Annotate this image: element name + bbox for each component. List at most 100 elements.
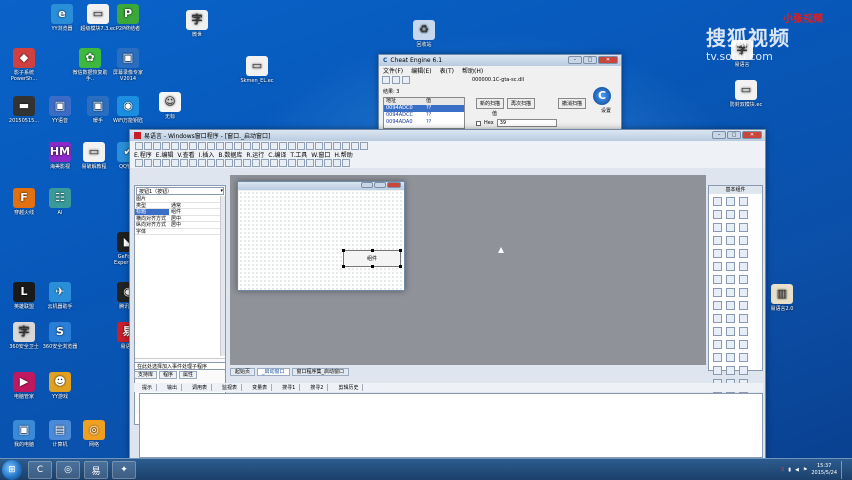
toolbar-button-icon[interactable]	[216, 142, 224, 150]
desktop-icon[interactable]: e YY浏览器	[42, 4, 82, 32]
component-tool-icon[interactable]	[739, 249, 748, 258]
selection-handle[interactable]	[371, 249, 374, 252]
toolbar-button-icon[interactable]	[216, 159, 224, 167]
taskbar-ide-icon[interactable]: 易	[84, 461, 108, 479]
desktop-icon[interactable]: ▣ 屏幕录像专家V2014	[108, 48, 148, 82]
toolbar-button-icon[interactable]	[189, 159, 197, 167]
document-tab[interactable]: 窗口程序集_启动窗口	[291, 368, 350, 376]
toolbar-button-icon[interactable]	[297, 142, 305, 150]
component-tool-icon[interactable]	[739, 353, 748, 362]
left-panel-tab[interactable]: 支持库	[134, 371, 158, 379]
taskbar-cheat-engine-icon[interactable]: C	[28, 461, 52, 479]
desktop-icon[interactable]: ▭ 防封双模块.ec	[726, 80, 766, 108]
output-tab[interactable]: 提示	[138, 384, 158, 391]
table-row[interactable]: 0094ADCC??	[384, 112, 464, 119]
output-tab[interactable]: 搜寻2	[306, 384, 329, 391]
toolbar-button-icon[interactable]	[315, 159, 323, 167]
toolbar-button-icon[interactable]	[135, 159, 143, 167]
form-window[interactable]: 组件	[237, 181, 405, 291]
desktop-icon[interactable]: ◉ WiFi万能钥匙	[108, 96, 148, 124]
desktop-icon[interactable]: ✿ 微信数据恢复助手..	[70, 48, 110, 82]
menu-item[interactable]: C.编译	[268, 150, 286, 159]
table-row[interactable]: 0094ADC0??	[384, 105, 464, 112]
component-tool-icon[interactable]	[739, 327, 748, 336]
component-tool-icon[interactable]	[713, 197, 722, 206]
menu-item[interactable]: E.程序	[134, 150, 152, 159]
new-scan-button[interactable]: 新的扫描	[476, 98, 505, 109]
form-canvas[interactable]: 组件	[239, 191, 404, 290]
component-tool-icon[interactable]	[713, 353, 722, 362]
menu-item[interactable]: T.工具	[290, 150, 307, 159]
toolbar-button-icon[interactable]	[297, 159, 305, 167]
selection-handle[interactable]	[371, 265, 374, 268]
component-tool-icon[interactable]	[739, 366, 748, 375]
toolbar-button-icon[interactable]	[288, 142, 296, 150]
component-tool-icon[interactable]	[739, 197, 748, 206]
output-tab[interactable]: 监视表	[218, 384, 243, 391]
toolbar-button-icon[interactable]	[135, 142, 143, 150]
toolbar-button-icon[interactable]	[162, 142, 170, 150]
toolbar-button-icon[interactable]	[243, 142, 251, 150]
desktop-icon[interactable]: ◎ 网络	[74, 420, 114, 448]
desktop-icon[interactable]: ☷ AI	[40, 188, 80, 216]
component-tool-icon[interactable]	[713, 301, 722, 310]
output-tab[interactable]: 剪辑历史	[334, 384, 364, 391]
selection-handle[interactable]	[399, 265, 402, 268]
toolbar-button-icon[interactable]	[306, 142, 314, 150]
tray-flag-icon[interactable]: ⚑	[803, 467, 807, 473]
component-tool-icon[interactable]	[726, 236, 735, 245]
toolbar-button-icon[interactable]	[306, 159, 314, 167]
minimize-button[interactable]: –	[568, 56, 582, 64]
toolbar-button-icon[interactable]	[153, 142, 161, 150]
desktop-icon[interactable]: F 穿越火线	[4, 188, 44, 216]
toolbar-button-icon[interactable]	[351, 142, 359, 150]
toolbar-button-icon[interactable]	[225, 142, 233, 150]
toolbar-button-icon[interactable]	[279, 142, 287, 150]
output-tab[interactable]: 调用表	[188, 384, 213, 391]
desktop-icon[interactable]: ☺ 无标	[150, 92, 190, 120]
tray-volume-icon[interactable]: ◀	[795, 467, 799, 473]
desktop-icon[interactable]: ▭ Skmen_EL.ec	[237, 56, 277, 84]
component-tool-icon[interactable]	[713, 340, 722, 349]
selection-handle[interactable]	[342, 265, 345, 268]
toolbar-button-icon[interactable]	[252, 159, 260, 167]
menu-item[interactable]: 编辑(E)	[411, 66, 431, 75]
open-file-icon[interactable]	[392, 76, 400, 84]
component-tool-icon[interactable]	[726, 249, 735, 258]
menu-item[interactable]: I.插入	[199, 150, 215, 159]
event-combo[interactable]: 在此处选择加入事件处理子程序	[134, 362, 226, 370]
desktop-icon[interactable]: ▣ 我的电脑	[4, 420, 44, 448]
desktop-icon[interactable]: ✈ 云机器助手	[40, 282, 80, 310]
component-tool-icon[interactable]	[713, 236, 722, 245]
toolbar-button-icon[interactable]	[171, 159, 179, 167]
component-tool-icon[interactable]	[713, 288, 722, 297]
menu-item[interactable]: W.窗口	[311, 150, 330, 159]
ide-maximize-button[interactable]: □	[727, 131, 741, 139]
menu-item[interactable]: R.运行	[246, 150, 264, 159]
toolbar-button-icon[interactable]	[324, 142, 332, 150]
toolbar-button-icon[interactable]	[315, 142, 323, 150]
component-tool-icon[interactable]	[726, 353, 735, 362]
menu-item[interactable]: B.数据库	[218, 150, 242, 159]
property-scrollbar[interactable]	[220, 196, 225, 356]
taskbar-tool-icon[interactable]: ✦	[112, 461, 136, 479]
clock[interactable]: 15:37 2015/5/24	[811, 463, 837, 477]
component-tool-icon[interactable]	[713, 366, 722, 375]
desktop-icon[interactable]: ◆ 影子系统PowerSh...	[4, 48, 44, 82]
desktop-icon[interactable]: ▬ 20150515...	[4, 96, 44, 124]
component-tool-icon[interactable]	[726, 288, 735, 297]
component-tool-icon[interactable]	[739, 223, 748, 232]
toolbar-button-icon[interactable]	[153, 159, 161, 167]
output-tab[interactable]: 搜寻1	[278, 384, 301, 391]
settings-button[interactable]: 设置	[601, 107, 611, 114]
toolbar-button-icon[interactable]	[162, 159, 170, 167]
component-tool-icon[interactable]	[739, 210, 748, 219]
open-process-icon[interactable]	[382, 76, 390, 84]
toolbar-button-icon[interactable]	[180, 142, 188, 150]
component-tool-icon[interactable]	[713, 327, 722, 336]
component-tool-icon[interactable]	[713, 275, 722, 284]
toolbar-button-icon[interactable]	[342, 142, 350, 150]
output-tab[interactable]: 输出	[163, 384, 183, 391]
toolbar-button-icon[interactable]	[243, 159, 251, 167]
toolbar-button-icon[interactable]	[144, 142, 152, 150]
